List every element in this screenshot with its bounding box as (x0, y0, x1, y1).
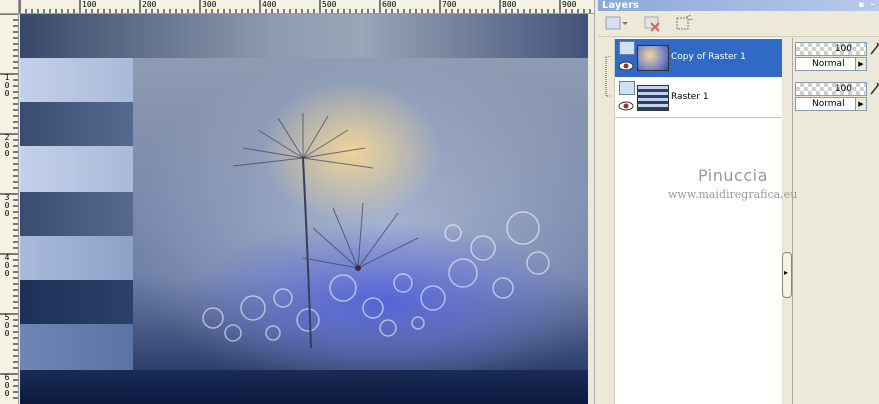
ruler-label: 300 (202, 0, 217, 9)
layer-properties-column: 100 Normal ▶ 100 Normal ▶ (792, 38, 879, 404)
pin-icon[interactable]: ▪ (858, 0, 864, 10)
blend-mode-select[interactable]: Normal ▶ (795, 57, 867, 71)
opacity-slider[interactable]: 100 (795, 82, 867, 96)
title-buttons: ▪ – (858, 0, 875, 11)
layer-row[interactable]: Copy of Raster 1 (615, 39, 782, 77)
ruler-horizontal[interactable]: 100 200 300 400 500 600 700 800 900 (0, 0, 598, 14)
layer-name: Copy of Raster 1 (671, 52, 746, 62)
dandelion-illustration (202, 113, 550, 349)
layer-properties: 100 Normal ▶ (795, 38, 879, 74)
panel-title-text: Layers (602, 0, 639, 11)
ruler-label: 100 (4, 73, 10, 98)
ruler-label: 400 (262, 0, 277, 9)
layers-toolbar (598, 12, 879, 37)
ruler-label: 300 (4, 193, 10, 218)
ruler-label: 700 (442, 0, 457, 9)
layer-properties: 100 Normal ▶ (795, 78, 879, 114)
group-bracket (605, 56, 611, 97)
dropdown-arrow-icon[interactable]: ▶ (855, 98, 866, 110)
layer-type-icon (619, 81, 635, 95)
layer-row[interactable]: Raster 1 (615, 79, 782, 118)
ruler-vertical[interactable]: 100 200 300 400 500 600 (0, 13, 19, 404)
stripes-thumbnail (637, 85, 669, 111)
blend-mode-select[interactable]: Normal ▶ (795, 97, 867, 111)
layers-panel-title[interactable]: Layers ▪ – (598, 0, 879, 11)
stripe-dark (20, 192, 133, 236)
ruler-label: 500 (4, 313, 10, 338)
ruler-label: 200 (4, 133, 10, 158)
opacity-slider[interactable]: 100 (795, 42, 867, 56)
eye-icon[interactable] (618, 61, 634, 71)
layer-list[interactable]: Copy of Raster 1 Raster 1 (605, 38, 782, 404)
ruler-label: 600 (4, 373, 10, 398)
minimize-icon[interactable]: – (871, 0, 876, 10)
stripe-light (20, 58, 133, 102)
opacity-value: 100 (834, 44, 852, 54)
photo-thumbnail (637, 45, 669, 71)
ruler-label: 400 (4, 253, 10, 278)
watermark-name: Pinuccia (698, 166, 768, 185)
stripe-dark (20, 280, 133, 324)
stripe-light (20, 146, 133, 192)
ruler-label: 900 (562, 0, 577, 9)
new-layer-button[interactable] (604, 14, 628, 32)
watermark-url: www.maidiregrafica.eu (668, 188, 798, 201)
eye-icon[interactable] (618, 101, 634, 111)
canvas-bottom-band (20, 370, 588, 404)
ruler-label: 600 (382, 0, 397, 9)
canvas-top-gradient (20, 14, 588, 58)
blend-mode-value: Normal (812, 99, 845, 109)
dropdown-arrow-icon[interactable]: ▶ (855, 58, 866, 70)
edit-pen-icon[interactable] (869, 82, 879, 96)
ruler-label: 500 (322, 0, 337, 9)
dandelion-photo (133, 58, 588, 370)
mask-button[interactable] (674, 14, 696, 32)
edit-pen-icon[interactable] (869, 42, 879, 56)
stripe-dark (20, 102, 133, 146)
layer-type-icon (619, 41, 635, 55)
blend-mode-value: Normal (812, 59, 845, 69)
ruler-label: 800 (502, 0, 517, 9)
seed-head (355, 265, 361, 271)
image-canvas[interactable] (20, 14, 588, 404)
opacity-value: 100 (834, 84, 852, 94)
mask-icon (676, 14, 694, 30)
ruler-label: 100 (82, 0, 97, 9)
layer-name: Raster 1 (671, 92, 709, 102)
new-layer-icon (605, 16, 628, 30)
stripe-light (20, 236, 133, 280)
splitter-arrow-icon[interactable]: ▸ (784, 268, 788, 277)
delete-layer-icon (644, 16, 660, 32)
ruler-label: 200 (142, 0, 157, 9)
stripe-light (20, 324, 133, 370)
delete-layer-button[interactable] (642, 14, 664, 32)
ruler-corner (0, 0, 19, 14)
